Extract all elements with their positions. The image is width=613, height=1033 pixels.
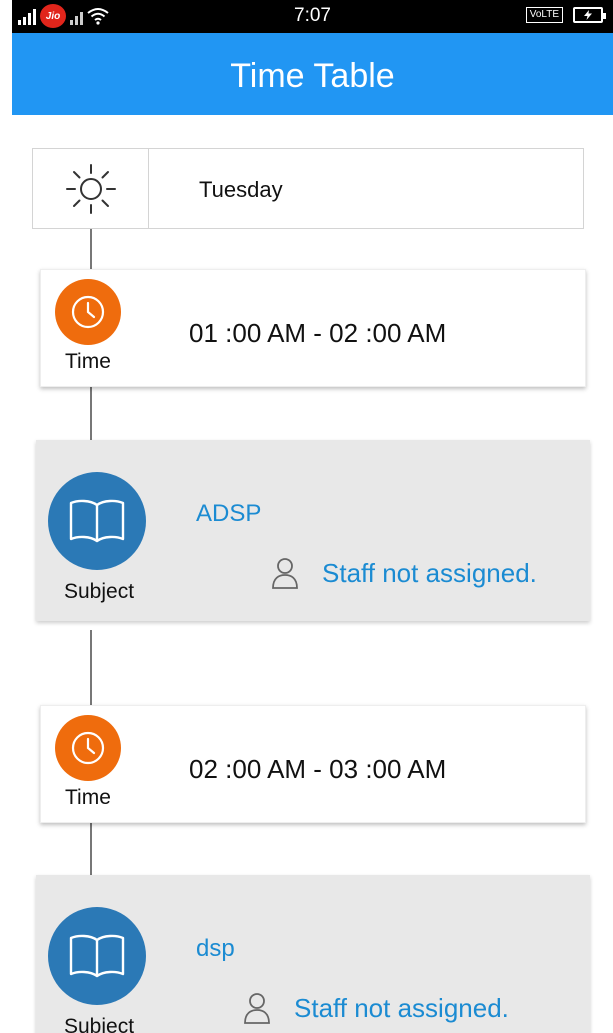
- person-icon: [272, 558, 298, 589]
- time-range: 02 :00 AM - 03 :00 AM: [189, 754, 447, 784]
- sun-icon: [65, 163, 116, 214]
- day-card: Tuesday: [32, 148, 584, 229]
- subject-caption: Subject: [64, 1015, 135, 1033]
- book-icon: [48, 472, 146, 570]
- volte-icon: VoLTE: [525, 7, 563, 23]
- timeline-connector: [90, 823, 92, 875]
- timeline-connector: [90, 630, 92, 705]
- subject-card[interactable]: Subject dsp Staff not assigned.: [36, 875, 590, 1033]
- time-caption: Time: [65, 786, 111, 809]
- day-label: Tuesday: [199, 177, 283, 202]
- app-bar: Time Table: [12, 33, 613, 115]
- staff-row: Staff not assigned.: [242, 991, 509, 1025]
- time-range: 01 :00 AM - 02 :00 AM: [189, 318, 447, 348]
- subject-card[interactable]: Subject ADSP Staff not assigned.: [36, 440, 590, 621]
- clock-icon: [55, 715, 121, 781]
- battery-charging-icon: [573, 7, 606, 23]
- timeline-connector: [90, 229, 92, 269]
- time-card[interactable]: Time 02 :00 AM - 03 :00 AM: [40, 705, 586, 823]
- page-title: Time Table: [230, 57, 395, 95]
- person-icon: [244, 993, 270, 1024]
- time-caption: Time: [65, 350, 111, 373]
- clock-icon: [55, 279, 121, 345]
- time-card[interactable]: Time 01 :00 AM - 02 :00 AM: [40, 269, 586, 387]
- status-bar: Jio 7:07 VoLTE: [12, 0, 613, 33]
- day-icon-cell: [33, 149, 149, 228]
- subject-name[interactable]: ADSP: [196, 500, 261, 528]
- timeline-connector: [90, 387, 92, 440]
- staff-label: Staff not assigned.: [294, 992, 509, 1023]
- staff-row: Staff not assigned.: [270, 556, 537, 590]
- staff-label: Staff not assigned.: [322, 557, 537, 588]
- subject-caption: Subject: [64, 580, 135, 603]
- status-right: VoLTE: [525, 7, 606, 23]
- subject-name[interactable]: dsp: [196, 935, 235, 963]
- status-time: 7:07: [294, 5, 331, 26]
- book-icon: [48, 907, 146, 1005]
